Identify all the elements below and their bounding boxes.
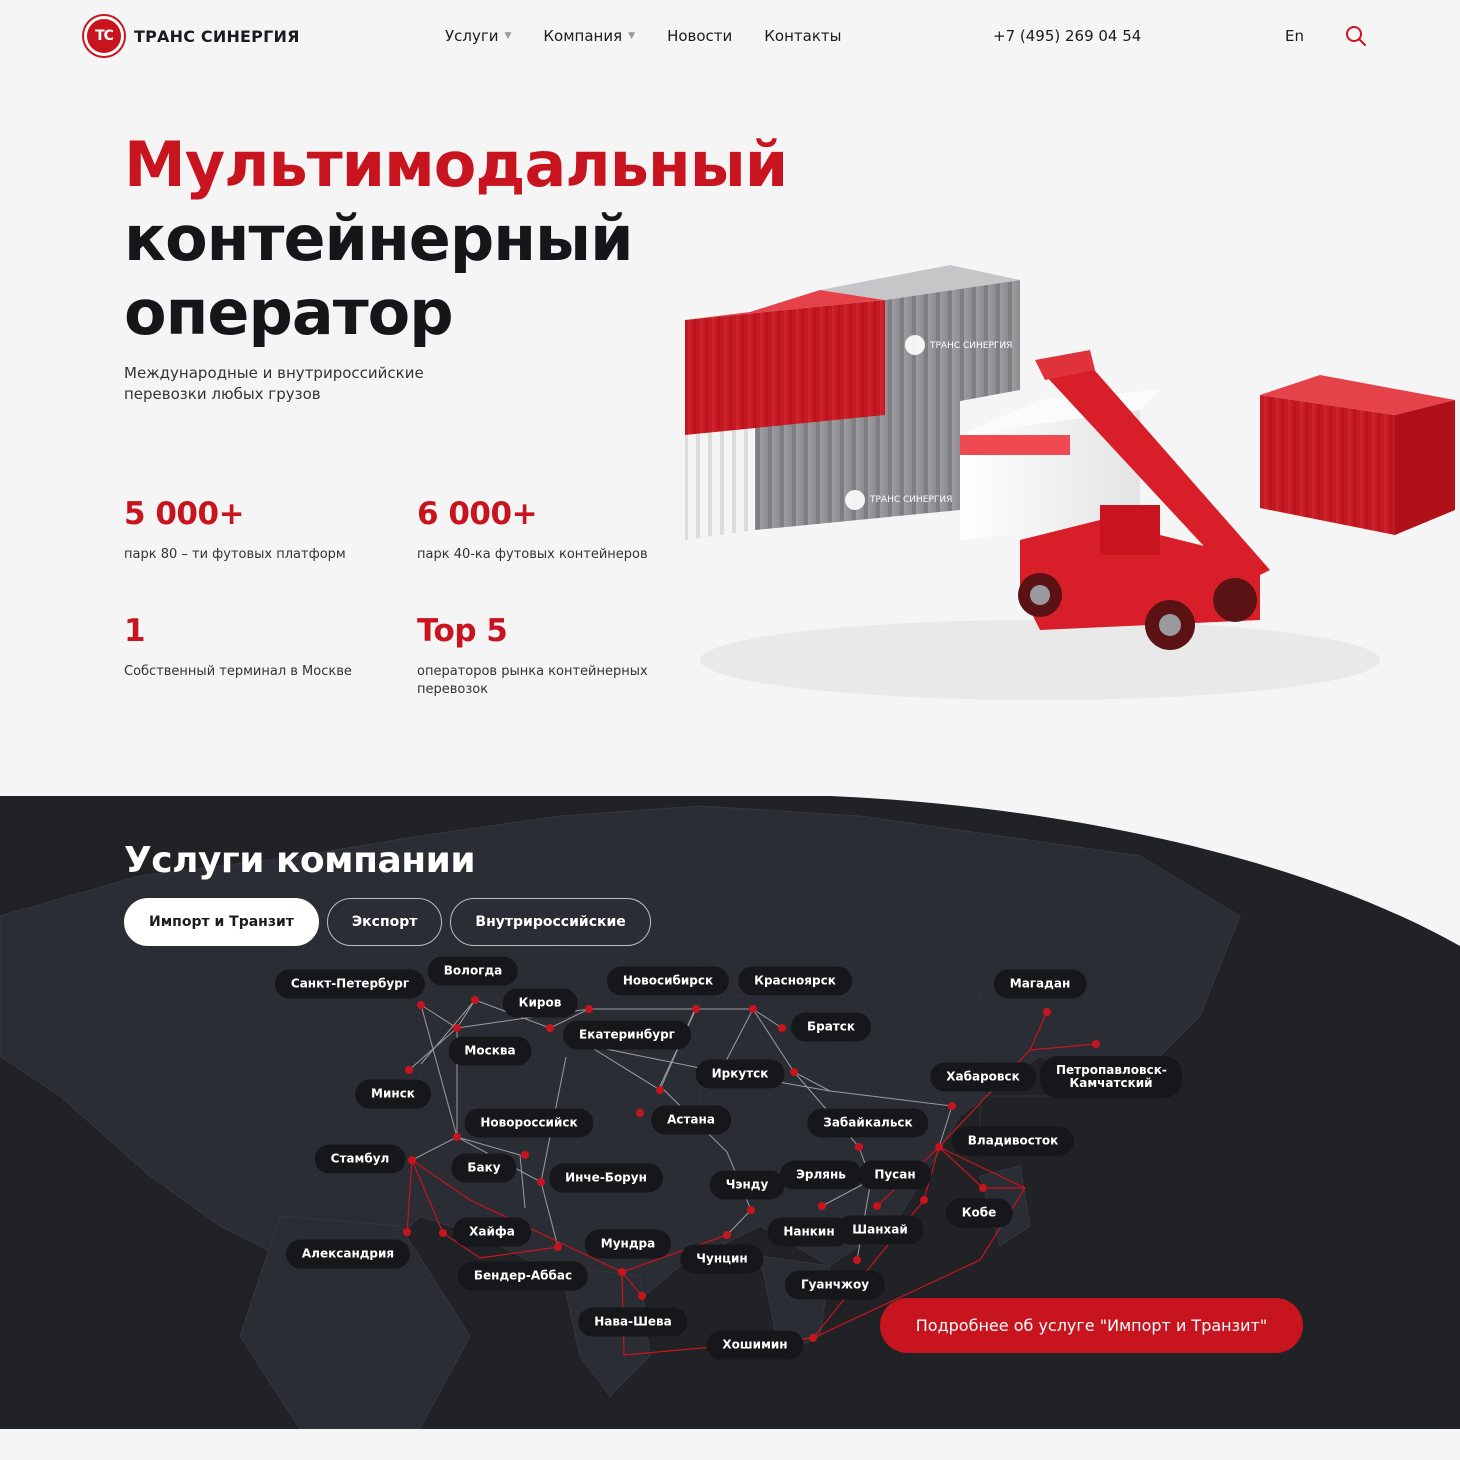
city-label: Петропавловск-Камчатский — [1040, 1056, 1182, 1098]
stat-value: 5 000+ — [124, 496, 245, 532]
tab-import-transit[interactable]: Импорт и Транзит — [124, 898, 319, 946]
city-label: Чунцин — [680, 1244, 764, 1274]
city-label: Киров — [502, 988, 578, 1018]
stat-label: операторов рынка контейнерных перевозок — [417, 664, 648, 697]
stat-platforms: 5 000+ парк 80 – ти футовых платформ — [124, 496, 364, 564]
city-label: Баку — [451, 1153, 517, 1183]
city-label: Екатеринбург — [563, 1020, 691, 1050]
page-bottom — [0, 1429, 1460, 1460]
services-title: Услуги компании — [124, 840, 476, 881]
logo-mark-icon: ТС — [84, 16, 124, 56]
city-label: Москва — [448, 1036, 532, 1066]
chevron-down-icon: ▼ — [628, 31, 636, 41]
city-label: Вологда — [427, 956, 519, 986]
nav-item-label: Услуги — [445, 27, 499, 45]
main-nav: Услуги ▼ Компания ▼ Новости Контакты — [445, 27, 842, 45]
nav-item-label: Контакты — [764, 27, 842, 45]
tab-export[interactable]: Экспорт — [326, 898, 443, 946]
container-logo-text: ТРАНС СИНЕРГИЯ — [929, 341, 1012, 351]
city-label: Гуанчжоу — [784, 1270, 886, 1300]
language-switch[interactable]: En — [1285, 27, 1304, 45]
city-label: Красноярск — [738, 966, 852, 996]
nav-item-label: Новости — [667, 27, 733, 45]
stat-value: 6 000+ — [417, 496, 538, 532]
logo-text: ТРАНС СИНЕРГИЯ — [134, 26, 300, 46]
nav-item-company[interactable]: Компания ▼ — [543, 27, 635, 45]
city-label: Александрия — [285, 1239, 411, 1269]
hero-title-line-1: Мультимодальный — [124, 128, 788, 201]
nav-item-news[interactable]: Новости — [667, 27, 732, 45]
city-label: Инче-Борун — [549, 1163, 663, 1193]
city-label: Бендер-Аббас — [457, 1261, 589, 1291]
chevron-down-icon: ▼ — [504, 31, 512, 41]
city-label: Забайкальск — [807, 1108, 929, 1138]
nav-item-label: Компания — [543, 27, 623, 45]
city-label: Иркутск — [695, 1059, 785, 1089]
city-label: Хабаровск — [930, 1062, 1036, 1092]
city-label: Хошимин — [706, 1330, 804, 1360]
city-label: Минск — [355, 1079, 431, 1109]
services-tabs: Импорт и Транзит Экспорт Внутрироссийски… — [124, 898, 651, 946]
city-label: Пусан — [858, 1160, 932, 1190]
container-logo-text: ТРАНС СИНЕРГИЯ — [869, 495, 952, 505]
stat-terminal: 1 Собственный терминал в Москве — [124, 613, 364, 681]
city-label: Магадан — [993, 969, 1087, 999]
city-label: Владивосток — [951, 1126, 1075, 1156]
stat-label: Собственный терминал в Москве — [124, 664, 352, 679]
city-label: Мундра — [584, 1229, 672, 1259]
site-header: ТС ТРАНС СИНЕРГИЯ Услуги ▼ Компания ▼ Но… — [0, 0, 1460, 74]
stat-label: парк 80 – ти футовых платформ — [124, 547, 346, 562]
city-label: Новороссийск — [464, 1108, 594, 1138]
city-label: Хайфа — [453, 1217, 531, 1247]
phone-link[interactable]: +7 (495) 269 04 54 — [993, 27, 1141, 45]
city-label: Братск — [790, 1012, 872, 1042]
stat-containers: 6 000+ парк 40-ка футовых контейнеров — [417, 496, 657, 564]
nav-item-services[interactable]: Услуги ▼ — [445, 27, 511, 45]
city-label: Новосибирск — [606, 966, 730, 996]
stat-value: 1 — [124, 613, 146, 649]
hero-illustration: ТРАНС СИНЕРГИЯ ТРАНС СИНЕРГИЯ — [685, 265, 1455, 700]
city-label: Эрлянь — [780, 1160, 862, 1190]
city-label: Нава-Шева — [578, 1307, 688, 1337]
city-label: Кобе — [945, 1198, 1013, 1228]
city-label: Стамбул — [314, 1144, 406, 1174]
service-details-button[interactable]: Подробнее об услуге "Импорт и Транзит" — [880, 1298, 1303, 1353]
city-label: Чэнду — [709, 1170, 785, 1200]
search-icon[interactable] — [1344, 24, 1368, 48]
stat-label: парк 40-ка футовых контейнеров — [417, 547, 648, 562]
nav-item-contacts[interactable]: Контакты — [764, 27, 841, 45]
stat-value: Top 5 — [417, 613, 508, 649]
stat-rank: Top 5 операторов рынка контейнерных пере… — [417, 613, 657, 699]
tab-domestic[interactable]: Внутрироссийские — [450, 898, 651, 946]
city-label: Санкт-Петербург — [274, 969, 426, 999]
hero-subtitle: Международные и внутрироссийские перевоз… — [124, 364, 424, 403]
logo[interactable]: ТС ТРАНС СИНЕРГИЯ — [84, 16, 300, 56]
city-label: Астана — [651, 1105, 731, 1135]
city-label: Шанхай — [836, 1215, 924, 1245]
